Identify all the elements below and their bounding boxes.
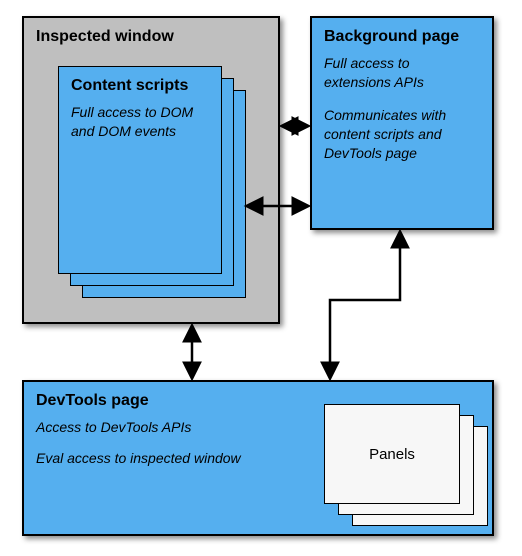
content-scripts-card-front: Content scripts Full access to DOM and D… [58,66,222,274]
devtools-page-box: DevTools page Access to DevTools APIs Ev… [22,380,494,536]
content-scripts-title: Content scripts [71,77,209,95]
panels-stack: Panels [324,404,496,532]
arrow-background-devtools [330,232,400,378]
background-page-desc2: Communicates with content scripts and De… [324,106,480,163]
panels-card-front: Panels [324,404,460,504]
content-scripts-desc: Full access to DOM and DOM events [71,103,201,141]
background-page-box: Background page Full access to extension… [310,16,494,230]
panels-label: Panels [325,446,459,463]
inspected-window-title: Inspected window [36,28,266,46]
content-scripts-stack: Content scripts Full access to DOM and D… [58,66,244,298]
diagram-stage: Inspected window Content scripts Full ac… [0,0,522,556]
inspected-window-box: Inspected window Content scripts Full ac… [22,16,280,324]
background-page-title: Background page [324,28,480,46]
background-page-desc1: Full access to extensions APIs [324,54,474,92]
